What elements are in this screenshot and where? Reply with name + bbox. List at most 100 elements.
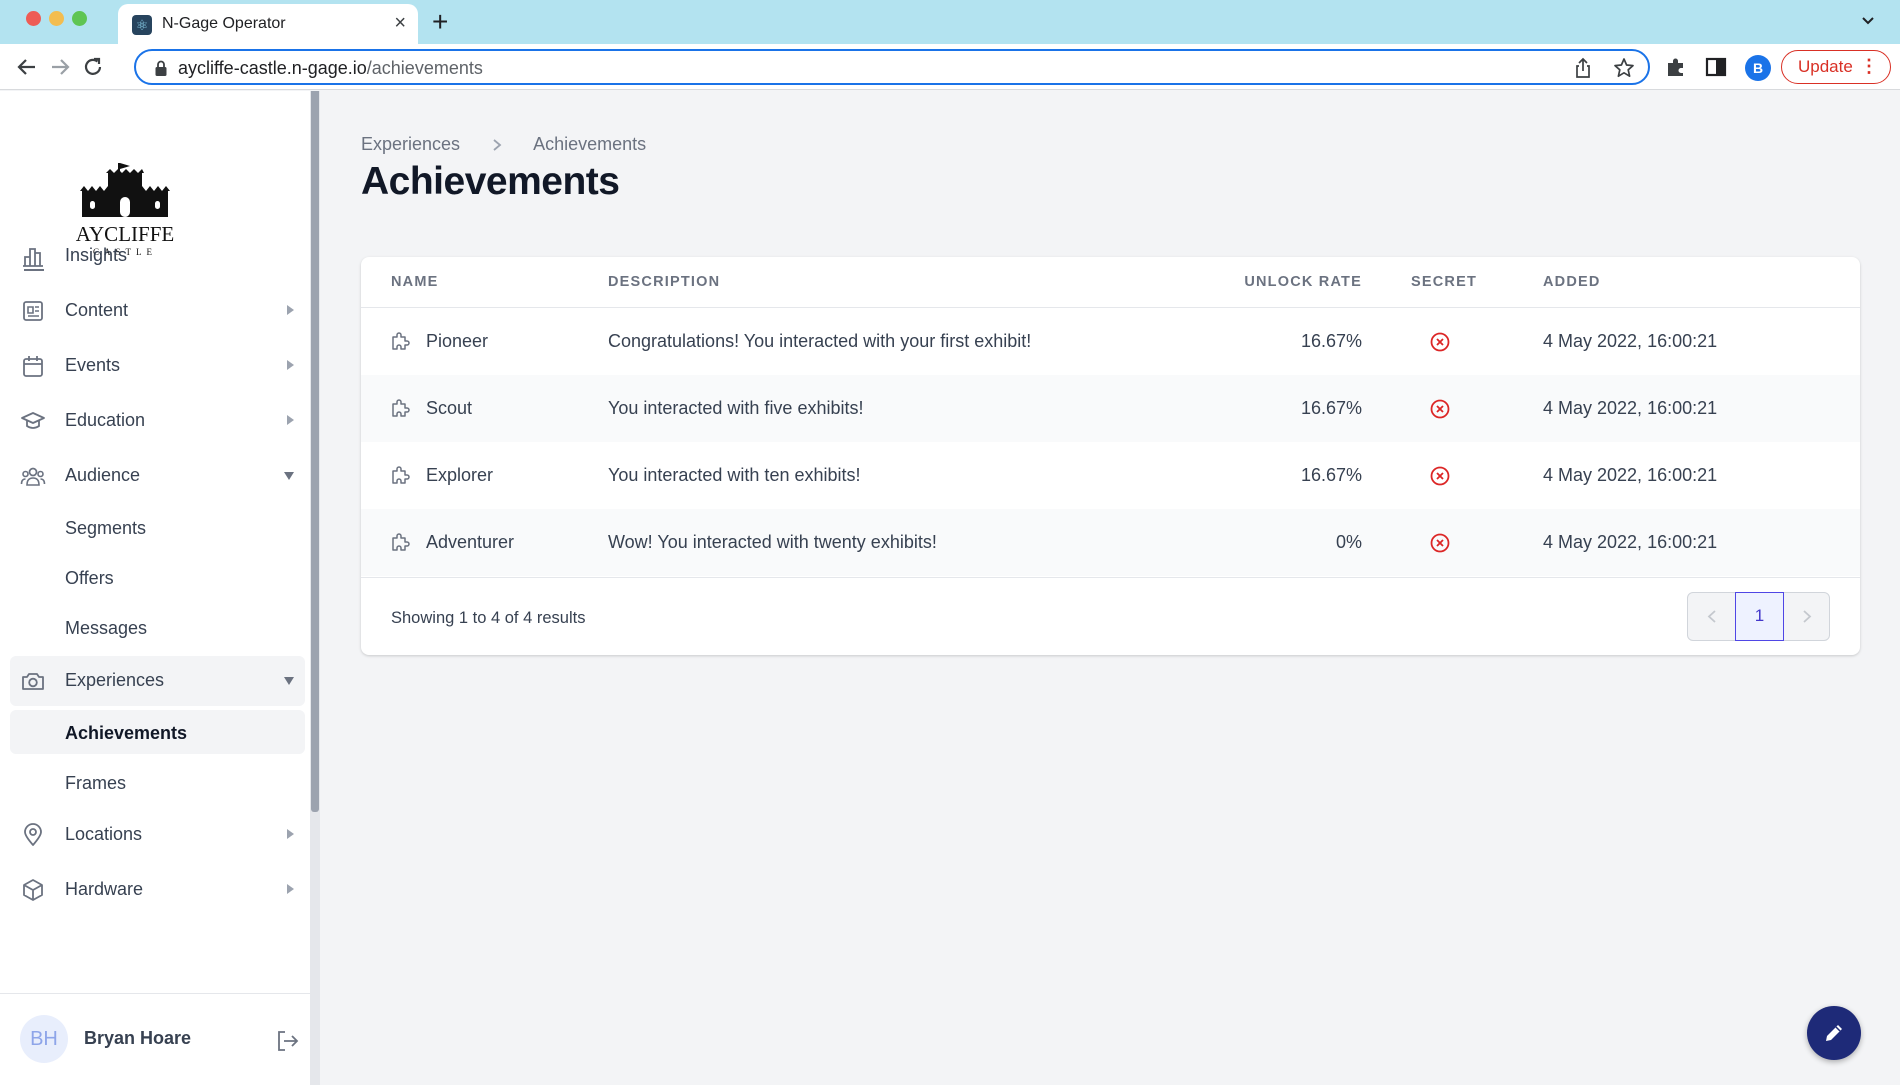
chevron-down-icon — [284, 472, 294, 480]
chevron-down-icon — [284, 677, 294, 685]
cube-icon — [23, 879, 43, 901]
sidebar-item-experiences[interactable]: Experiences — [10, 656, 305, 706]
sidebar-item-audience[interactable]: Audience — [10, 451, 305, 501]
sidebar-item-hardware[interactable]: Hardware — [10, 865, 305, 915]
achievement-name: Scout — [426, 398, 473, 418]
side-panel-icon[interactable] — [1703, 54, 1729, 80]
table-row[interactable]: Adventurer Wow! You interacted with twen… — [361, 509, 1860, 576]
achievement-description: You interacted with ten exhibits! — [608, 465, 861, 485]
address-bar[interactable]: aycliffe-castle.n-gage.io/achievements — [134, 49, 1650, 85]
achievements-table-card: NAME DESCRIPTION UNLOCK RATE SECRET ADDE… — [361, 257, 1860, 655]
puzzle-piece-icon — [392, 399, 410, 417]
x-circle-icon — [1430, 399, 1450, 419]
share-icon[interactable] — [1572, 57, 1594, 79]
pencil-icon — [1826, 1025, 1842, 1041]
achievement-description: You interacted with five exhibits! — [608, 398, 864, 418]
logout-icon[interactable] — [274, 1028, 300, 1054]
react-favicon-icon: ⚛ — [132, 15, 152, 35]
column-header-description: DESCRIPTION — [608, 274, 721, 290]
table-footer: Showing 1 to 4 of 4 results 1 — [361, 577, 1860, 655]
sidebar-item-label: Education — [65, 410, 146, 430]
achievement-description: Wow! You interacted with twenty exhibits… — [608, 532, 937, 552]
browser-tab[interactable]: ⚛ N-Gage Operator × — [118, 4, 418, 44]
window-close-button[interactable] — [26, 11, 41, 26]
sidebar-subitem-offers[interactable]: Offers — [10, 555, 305, 599]
window-maximize-button[interactable] — [72, 11, 87, 26]
achievement-name: Adventurer — [426, 532, 515, 552]
edit-fab-button[interactable] — [1807, 1006, 1861, 1060]
avatar[interactable]: BH — [20, 1015, 68, 1063]
sidebar-item-content[interactable]: Content — [10, 286, 305, 336]
table-row[interactable]: Scout You interacted with five exhibits!… — [361, 375, 1860, 442]
chevron-right-icon — [287, 305, 294, 315]
more-vertical-icon[interactable]: ⋮ — [1860, 51, 1878, 82]
sidebar-subitem-label: Frames — [65, 773, 127, 793]
url-text[interactable]: aycliffe-castle.n-gage.io/achievements — [178, 58, 483, 79]
achievement-added-date: 4 May 2022, 16:00:21 — [1543, 331, 1718, 351]
table-row[interactable]: Pioneer Congratulations! You interacted … — [361, 308, 1860, 375]
pagination: 1 — [1687, 592, 1830, 641]
window-minimize-button[interactable] — [49, 11, 64, 26]
back-arrow-icon[interactable] — [14, 54, 40, 80]
achievement-unlock-rate: 0% — [1335, 532, 1362, 552]
user-profile-bar: BH Bryan Hoare — [0, 993, 320, 1085]
chevron-right-icon — [287, 360, 294, 370]
sidebar-subitem-segments[interactable]: Segments — [10, 505, 305, 549]
column-header-unlock-rate: UNLOCK RATE — [1244, 274, 1362, 290]
table-header: NAME DESCRIPTION UNLOCK RATE SECRET ADDE… — [361, 257, 1860, 308]
sidebar-subitem-achievements[interactable]: Achievements — [10, 710, 305, 754]
sidebar-item-label: Insights — [65, 245, 128, 265]
camera-icon — [22, 673, 44, 690]
sidebar-subitem-messages[interactable]: Messages — [10, 605, 305, 649]
tab-search-chevron-icon[interactable] — [1858, 10, 1878, 30]
sidebar-item-events[interactable]: Events — [10, 341, 305, 391]
breadcrumb-link-experiences[interactable]: Experiences — [361, 134, 460, 154]
sidebar-scrollbar-thumb[interactable] — [311, 91, 319, 812]
chevron-right-icon — [287, 884, 294, 894]
graduation-cap-icon — [21, 412, 45, 429]
sidebar-subitem-label: Achievements — [65, 723, 188, 743]
sidebar-subitem-frames[interactable]: Frames — [10, 760, 305, 804]
puzzle-piece-icon — [392, 466, 410, 484]
table-row[interactable]: Explorer You interacted with ten exhibit… — [361, 442, 1860, 509]
sidebar: AYCLIFFE CASTLE Insights Content Events … — [0, 91, 320, 1085]
sidebar-item-locations[interactable]: Locations — [10, 810, 305, 860]
sidebar-item-education[interactable]: Education — [10, 396, 305, 446]
sidebar-item-insights[interactable]: Insights — [10, 231, 305, 281]
sidebar-item-label: Locations — [65, 824, 143, 844]
results-summary: Showing 1 to 4 of 4 results — [391, 609, 586, 627]
browser-tab-bar: ⚛ N-Gage Operator × + — [0, 0, 1900, 44]
tab-title: N-Gage Operator — [162, 15, 286, 32]
column-header-added: ADDED — [1543, 274, 1601, 290]
achievement-name: Pioneer — [426, 331, 489, 351]
puzzle-piece-icon — [392, 533, 410, 551]
browser-update-button[interactable]: Update ⋮ — [1781, 50, 1891, 84]
reload-icon[interactable] — [80, 54, 106, 80]
new-tab-button[interactable]: + — [432, 6, 448, 38]
sidebar-subitem-label: Segments — [65, 518, 147, 538]
sidebar-item-label: Experiences — [65, 670, 165, 690]
achievement-description: Congratulations! You interacted with you… — [608, 331, 1032, 351]
achievement-added-date: 4 May 2022, 16:00:21 — [1543, 465, 1718, 485]
location-pin-icon — [24, 823, 42, 846]
pagination-next-button[interactable] — [1784, 593, 1830, 640]
user-name: Bryan Hoare — [84, 1028, 192, 1048]
pagination-page-1[interactable]: 1 — [1735, 592, 1784, 641]
forward-arrow-icon[interactable] — [47, 54, 73, 80]
lock-icon[interactable] — [154, 59, 168, 77]
tab-close-icon[interactable]: × — [394, 12, 406, 34]
puzzle-piece-icon — [392, 332, 410, 350]
chevron-right-icon — [493, 139, 502, 151]
achievement-added-date: 4 May 2022, 16:00:21 — [1543, 532, 1718, 552]
bookmark-star-icon[interactable] — [1612, 56, 1636, 80]
extensions-puzzle-icon[interactable] — [1663, 54, 1689, 80]
bar-chart-icon — [23, 248, 43, 267]
achievement-unlock-rate: 16.67% — [1300, 331, 1362, 351]
x-circle-icon — [1430, 332, 1450, 352]
achievement-added-date: 4 May 2022, 16:00:21 — [1543, 398, 1718, 418]
pagination-prev-button[interactable] — [1688, 593, 1736, 640]
calendar-icon — [23, 356, 43, 377]
sidebar-item-label: Events — [65, 355, 121, 375]
profile-avatar[interactable]: B — [1745, 55, 1771, 81]
breadcrumb-current[interactable]: Achievements — [533, 134, 646, 154]
